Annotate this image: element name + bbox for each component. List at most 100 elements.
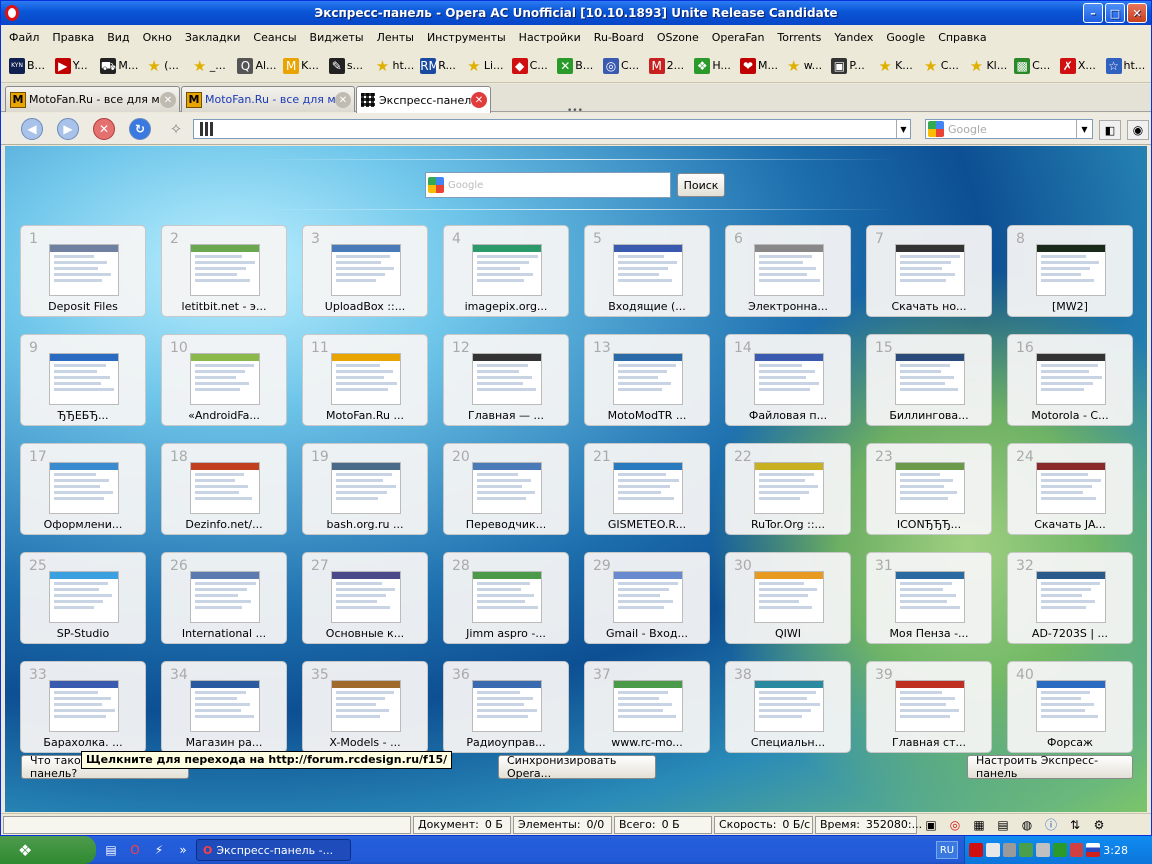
tray-icon[interactable]	[985, 843, 1000, 857]
menu-item[interactable]: Справка	[934, 31, 995, 44]
speed-dial-item[interactable]: 37 www.rc-mo...	[584, 661, 710, 753]
speed-dial-item[interactable]: 14 Файловая п...	[725, 334, 851, 426]
menu-item[interactable]: Закладки	[181, 31, 250, 44]
opera-tray-icon[interactable]	[969, 843, 983, 857]
speed-dial-item[interactable]: 19 bash.org.ru ...	[302, 443, 428, 535]
speed-dial-item[interactable]: 6 Электронна...	[725, 225, 851, 317]
network-icon[interactable]	[1002, 843, 1017, 857]
menu-item[interactable]: Yandex	[830, 31, 882, 44]
speed-dial-item[interactable]: 12 Главная — ...	[443, 334, 569, 426]
search-dropdown-icon[interactable]: ▼	[1076, 120, 1092, 138]
menu-item[interactable]: Окно	[139, 31, 181, 44]
maximize-button[interactable]: □	[1105, 3, 1125, 23]
menu-item[interactable]: Файл	[5, 31, 48, 44]
bookmark-item[interactable]: M 2...	[648, 57, 695, 74]
bookmark-item[interactable]: M K...	[283, 57, 329, 74]
tray-icon[interactable]	[1019, 843, 1034, 857]
opera-logo-icon[interactable]	[5, 5, 19, 21]
speed-dial-item[interactable]: 17 Оформлени...	[20, 443, 146, 535]
speed-dial-item[interactable]: 21 GISMETEO.R...	[584, 443, 710, 535]
speed-dial-search-button[interactable]: Поиск	[677, 173, 725, 197]
info-icon[interactable]: ⓘ	[1042, 816, 1060, 834]
menu-item[interactable]: Сеансы	[249, 31, 305, 44]
bookmark-item[interactable]: Q Al...	[237, 57, 283, 74]
speed-dial-item[interactable]: 36 Радиоуправ...	[443, 661, 569, 753]
speed-dial-item[interactable]: 22 RuTor.Org ::...	[725, 443, 851, 535]
bookmark-item[interactable]: ★ Kl...	[968, 58, 1014, 74]
speed-dial-item[interactable]: 35 X-Models - ...	[302, 661, 428, 753]
transfer-icon[interactable]: ⇅	[1066, 816, 1084, 834]
bookmark-item[interactable]: ★ ht...	[375, 58, 421, 74]
bookmark-item[interactable]: ★ w...	[786, 58, 832, 74]
configure-speed-dial-button[interactable]: Настроить Экспресс-панель	[967, 754, 1133, 780]
speed-dial-item[interactable]: 38 Специальн...	[725, 661, 851, 753]
wand-button[interactable]: ✧	[161, 116, 191, 142]
minimize-button[interactable]: –	[1083, 3, 1103, 23]
speed-dial-item[interactable]: 10 «AndroidFa...	[161, 334, 287, 426]
bookmark-item[interactable]: ★ _...	[192, 58, 238, 74]
speed-dial-item[interactable]: 26 International ...	[161, 552, 287, 644]
speed-dial-item[interactable]: 34 Магазин ра...	[161, 661, 287, 753]
bookmark-item[interactable]: ▩ C...	[1014, 57, 1060, 74]
quicklaunch-icon[interactable]: ⚡	[150, 841, 168, 859]
speed-dial-item[interactable]: 20 Переводчик...	[443, 443, 569, 535]
speed-dial-item[interactable]: 32 AD-7203S | ...	[1007, 552, 1133, 644]
eye-icon[interactable]: ◉	[1127, 120, 1149, 140]
speed-dial-item[interactable]: 33 Барахолка. ...	[20, 661, 146, 753]
speed-dial-item[interactable]: 27 Основные к...	[302, 552, 428, 644]
speed-dial-item[interactable]: 24 Скачать JA...	[1007, 443, 1133, 535]
speed-dial-item[interactable]: 29 Gmail - Вход...	[584, 552, 710, 644]
tab-close-icon[interactable]: ✕	[471, 92, 487, 108]
speed-dial-item[interactable]: 7 Скачать но...	[866, 225, 992, 317]
speed-dial-item[interactable]: 2 letitbit.net - э...	[161, 225, 287, 317]
speed-dial-item[interactable]: 25 SP-Studio	[20, 552, 146, 644]
bookmark-item[interactable]: ☆ ht...	[1105, 57, 1152, 74]
speed-dial-item[interactable]: 39 Главная ст...	[866, 661, 992, 753]
speed-dial-item[interactable]: 18 Dezinfo.net/...	[161, 443, 287, 535]
reload-button[interactable]: ↻	[125, 116, 155, 142]
opera-unite-icon[interactable]: ◎	[946, 816, 964, 834]
speed-dial-item[interactable]: 15 Биллингова...	[866, 334, 992, 426]
turbo-icon[interactable]: ◍	[1018, 816, 1036, 834]
bookmark-item[interactable]: ✕ B...	[557, 57, 603, 74]
menu-item[interactable]: Правка	[48, 31, 103, 44]
bookmark-item[interactable]: ▶ Y...	[54, 57, 101, 74]
speed-dial-item[interactable]: 9 ЂЂЕБЂ...	[20, 334, 146, 426]
forward-button[interactable]: ▶	[53, 116, 83, 142]
russian-flag-icon[interactable]	[1086, 843, 1101, 857]
menu-item[interactable]: Ленты	[373, 31, 423, 44]
taskbar-item-opera[interactable]: O Экспресс-панель -...	[196, 839, 351, 861]
bookmark-item[interactable]: ✗ X...	[1059, 57, 1106, 74]
bookmark-item[interactable]: RM R...	[420, 57, 466, 74]
image-toggle-icon[interactable]: ▦	[970, 816, 988, 834]
close-button[interactable]: ✕	[1127, 3, 1147, 23]
menu-item[interactable]: Инструменты	[423, 31, 515, 44]
bookmark-item[interactable]: ▣ P...	[831, 57, 877, 74]
title-bar[interactable]: Экспресс-панель - Opera AC Unofficial [1…	[1, 1, 1151, 25]
menu-item[interactable]: Вид	[103, 31, 138, 44]
tray-icon[interactable]	[1069, 843, 1084, 857]
bookmark-item[interactable]: ★ Li...	[466, 58, 512, 74]
tab-close-icon[interactable]: ✕	[160, 92, 176, 108]
speed-dial-item[interactable]: 23 ICONЂЂЂ...	[866, 443, 992, 535]
tab-motofan-1[interactable]: M MotoFan.Ru - все для м... ✕	[5, 86, 180, 112]
stop-button[interactable]: ✕	[89, 116, 119, 142]
back-button[interactable]: ◀	[17, 116, 47, 142]
speed-dial-item[interactable]: 4 imagepix.org...	[443, 225, 569, 317]
bookmark-item[interactable]: ❤ M...	[740, 57, 786, 74]
speed-dial-item[interactable]: 8 [MW2]	[1007, 225, 1133, 317]
address-field[interactable]: ▼	[193, 119, 911, 139]
speed-dial-search-input[interactable]: Google	[425, 172, 671, 198]
speed-dial-item[interactable]: 31 Моя Пенза -...	[866, 552, 992, 644]
start-button[interactable]: ❖	[0, 836, 96, 864]
zoom-icon[interactable]: ⚙	[1090, 816, 1108, 834]
show-desktop-icon[interactable]: ▤	[102, 841, 120, 859]
menu-item[interactable]: Виджеты	[306, 31, 373, 44]
bookmark-item[interactable]: ✎ s...	[328, 57, 375, 74]
menu-item[interactable]: OperaFan	[708, 31, 774, 44]
panel-icon[interactable]: ▣	[922, 816, 940, 834]
tab-speed-dial[interactable]: Экспресс-панель ✕	[356, 86, 491, 113]
bookmark-item[interactable]: KYN B...	[9, 57, 55, 74]
tab-motofan-2[interactable]: M MotoFan.Ru - все для м... ✕	[181, 86, 355, 112]
speed-dial-item[interactable]: 11 MotoFan.Ru ...	[302, 334, 428, 426]
